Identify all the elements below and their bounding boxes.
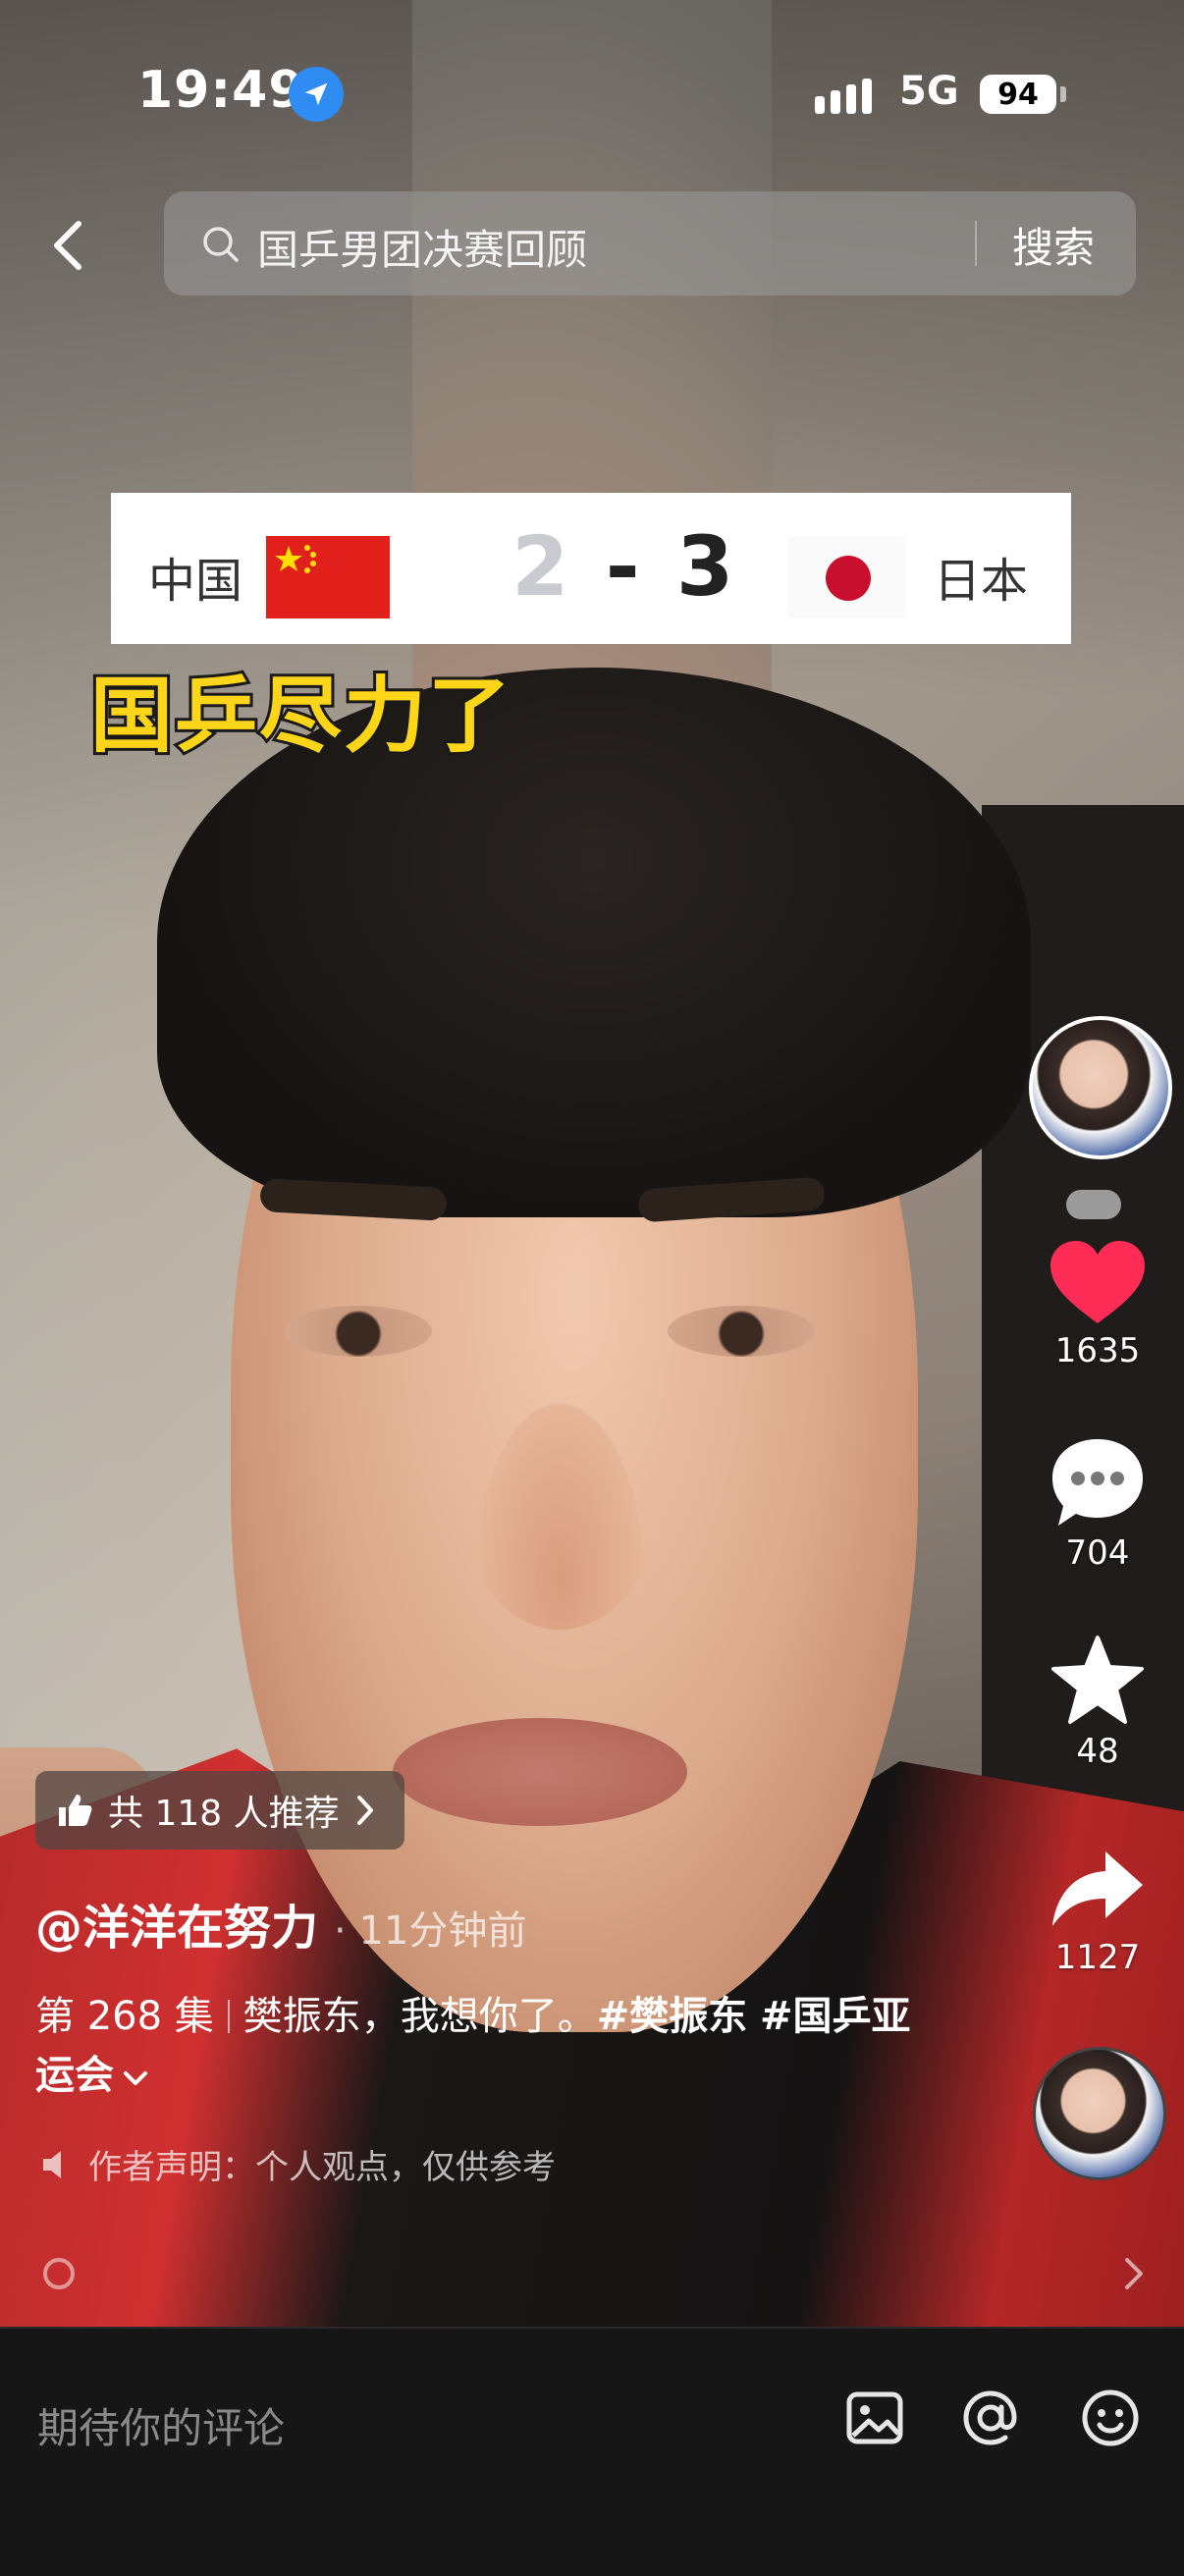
status-time: 19:49 — [137, 61, 305, 120]
video-nose — [461, 1374, 658, 1630]
battery-tip — [1060, 86, 1066, 102]
search-bar[interactable]: 国乒男团决赛回顾 搜索 — [164, 191, 1136, 295]
heart-icon — [1050, 1241, 1145, 1323]
at-mention-icon[interactable] — [960, 2388, 1021, 2448]
video-player[interactable]: 19:49 5G 94 国乒男团决赛回顾 搜索 中国 2 - 3 日本 国乒尽力… — [0, 0, 1184, 2327]
japan-flag-icon — [788, 536, 906, 618]
video-caption: 国乒尽力了 — [87, 665, 513, 767]
emoji-icon[interactable] — [1080, 2388, 1141, 2448]
post-time-value: 11分钟前 — [358, 1908, 527, 1954]
score: 2 - 3 — [511, 518, 737, 615]
search-button[interactable]: 搜索 — [1012, 215, 1095, 275]
recommend-badge[interactable]: 共 118 人推荐 — [35, 1771, 404, 1850]
post-time: · 11分钟前 — [334, 1908, 527, 1954]
author-row: @洋洋在努力 · 11分钟前 — [35, 1889, 526, 1958]
scoreboard: 中国 2 - 3 日本 — [111, 493, 1071, 644]
score-right: 3 — [675, 518, 738, 615]
speaker-icon — [43, 2150, 61, 2178]
expand-chevron-icon[interactable] — [122, 2046, 149, 2105]
share-count: 1127 — [1054, 1938, 1141, 1977]
cellular-signal-icon — [815, 79, 872, 114]
video-eye — [285, 1306, 432, 1357]
video-lips — [393, 1718, 687, 1826]
image-icon[interactable] — [844, 2388, 905, 2448]
star-icon — [1051, 1636, 1144, 1724]
team-left: 中国 — [148, 554, 243, 609]
status-bar: 19:49 5G 94 — [0, 0, 1184, 187]
recommend-text: 共 118 人推荐 — [108, 1794, 340, 1834]
desc-divider — [227, 2000, 230, 2033]
battery-level: 94 — [997, 77, 1039, 112]
score-separator: - — [605, 518, 644, 615]
battery-icon: 94 — [980, 75, 1056, 114]
like-button[interactable]: 1635 — [1029, 1239, 1166, 1370]
chevron-right-icon — [356, 1796, 373, 1825]
comment-bar: 期待你的评论 — [0, 2327, 1184, 2576]
location-arrow-icon — [289, 67, 344, 122]
share-button[interactable]: 1127 — [1029, 1846, 1166, 1977]
related-icon — [43, 2258, 75, 2289]
thumbs-up-icon — [59, 1795, 92, 1826]
episode-label[interactable]: 第 268 集 — [35, 1994, 214, 2039]
comment-count: 704 — [1065, 1533, 1130, 1573]
back-button[interactable] — [43, 218, 98, 273]
share-arrow-icon — [1052, 1852, 1143, 1926]
author-name[interactable]: @洋洋在努力 — [35, 1889, 318, 1958]
search-icon — [203, 227, 239, 262]
chevron-right-icon — [1125, 2258, 1143, 2289]
favorite-count: 48 — [1076, 1732, 1119, 1771]
team-right: 日本 — [934, 554, 1029, 609]
music-disc-avatar[interactable] — [1033, 2047, 1166, 2180]
author-statement: 作者声明：个人观点，仅供参考 — [39, 2140, 556, 2188]
china-flag-icon — [266, 536, 390, 618]
search-input[interactable]: 国乒男团决赛回顾 — [257, 217, 587, 277]
comment-button[interactable]: 704 — [1029, 1435, 1166, 1573]
description-text: 樊振东，我想你了。 — [242, 1994, 597, 2039]
statement-text: 作者声明：个人观点，仅供参考 — [88, 2148, 556, 2187]
comment-bubble-icon — [1052, 1439, 1143, 1526]
author-avatar[interactable] — [1029, 1016, 1172, 1159]
video-description[interactable]: 第 268 集樊振东，我想你了。#樊振东 #国乒亚运会 — [35, 1987, 919, 2105]
comment-input[interactable]: 期待你的评论 — [37, 2395, 285, 2455]
search-divider — [975, 221, 977, 266]
related-row[interactable] — [39, 2248, 1149, 2299]
score-left: 2 — [511, 518, 573, 615]
network-type: 5G — [899, 69, 959, 114]
like-count: 1635 — [1054, 1331, 1141, 1370]
chevron-left-icon — [54, 221, 81, 270]
follow-indicator[interactable] — [1066, 1190, 1121, 1219]
favorite-button[interactable]: 48 — [1029, 1634, 1166, 1771]
video-eye — [668, 1306, 815, 1357]
hashtag-1[interactable]: #樊振东 — [597, 1994, 748, 2039]
